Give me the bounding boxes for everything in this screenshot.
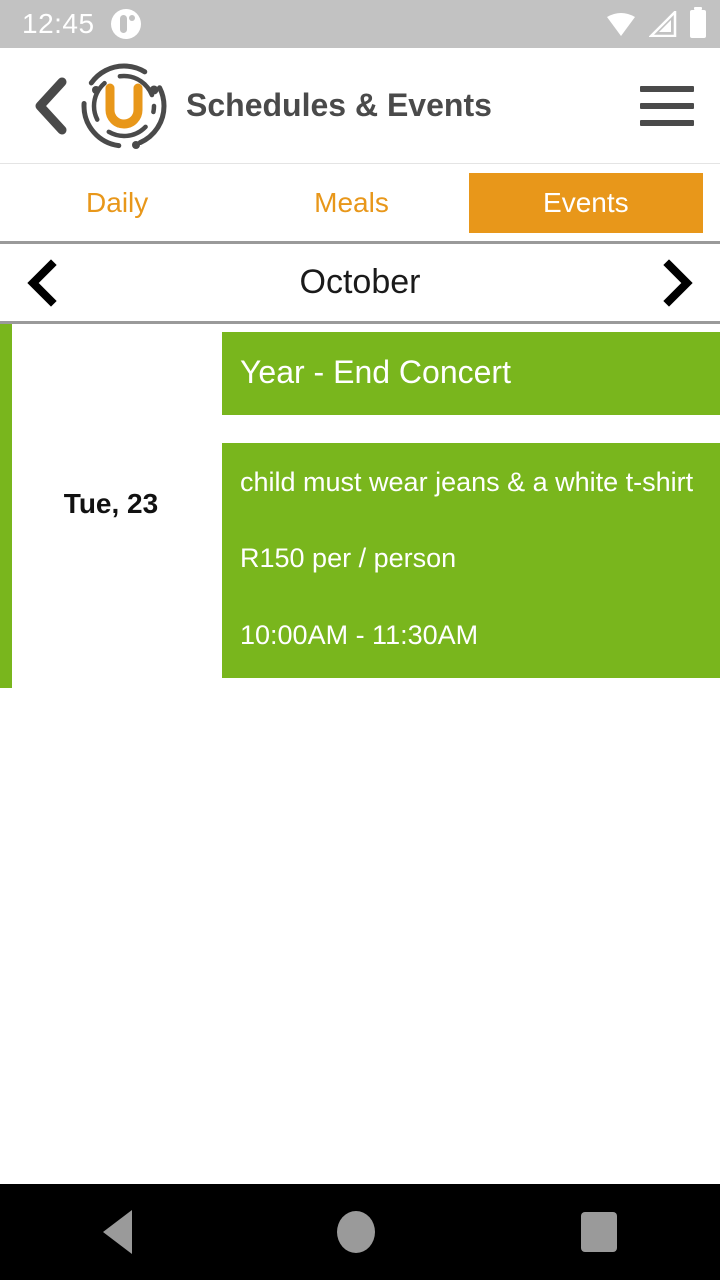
- tab-daily[interactable]: Daily: [0, 173, 234, 233]
- hamburger-bar: [640, 119, 694, 126]
- cellular-signal-icon: [647, 8, 677, 38]
- nav-back-icon[interactable]: [102, 1210, 132, 1254]
- tab-meals[interactable]: Meals: [234, 173, 468, 233]
- wifi-icon: [606, 11, 636, 37]
- event-time: 10:00AM - 11:30AM: [240, 619, 479, 650]
- event-cards: Year - End Concert child must wear jeans…: [222, 324, 720, 684]
- event-date: Tue, 23: [63, 488, 159, 519]
- app-bar: Schedules & Events: [0, 48, 720, 164]
- back-chevron-icon[interactable]: [30, 77, 72, 135]
- notification-dot-icon: [110, 9, 141, 39]
- event-title: Year - End Concert: [240, 354, 511, 390]
- event-description: child must wear jeans & a white t-shirt: [240, 466, 694, 497]
- status-bar: 12:45: [0, 0, 720, 48]
- event-list: Tue, 23 Year - End Concert child must we…: [0, 324, 720, 688]
- android-nav-bar: [0, 1184, 720, 1280]
- tab-events[interactable]: Events: [468, 173, 703, 233]
- battery-full-icon: [690, 7, 706, 38]
- chevron-right-icon[interactable]: [656, 258, 700, 307]
- tab-bar: Daily Meals Events: [0, 164, 720, 244]
- event-detail-body: child must wear jeans & a white t-shirt …: [222, 443, 720, 679]
- hamburger-bar: [640, 102, 694, 109]
- event-detail-card[interactable]: child must wear jeans & a white t-shirt …: [222, 442, 720, 679]
- chevron-left-icon[interactable]: [20, 258, 64, 307]
- hamburger-menu-icon[interactable]: [640, 85, 694, 126]
- event-price: R150 per / person: [240, 543, 457, 574]
- hamburger-bar: [640, 85, 694, 92]
- phone-screen: 12:45 Schedules & Events Daily Meals Eve…: [0, 0, 720, 1280]
- month-navigation: October: [0, 244, 720, 324]
- status-clock: 12:45: [22, 8, 95, 39]
- app-logo-icon: [78, 60, 170, 152]
- page-title: Schedules & Events: [186, 87, 492, 123]
- month-label: October: [299, 263, 421, 301]
- nav-home-icon[interactable]: [337, 1211, 376, 1253]
- nav-recents-icon[interactable]: [581, 1212, 618, 1252]
- status-bar-left: 12:45: [22, 8, 606, 40]
- card-spacer: [222, 415, 720, 443]
- event-accent-stripe: [0, 324, 12, 688]
- event-row[interactable]: Tue, 23 Year - End Concert child must we…: [0, 324, 720, 688]
- event-title-card[interactable]: Year - End Concert: [222, 332, 720, 415]
- status-bar-right: [606, 7, 706, 38]
